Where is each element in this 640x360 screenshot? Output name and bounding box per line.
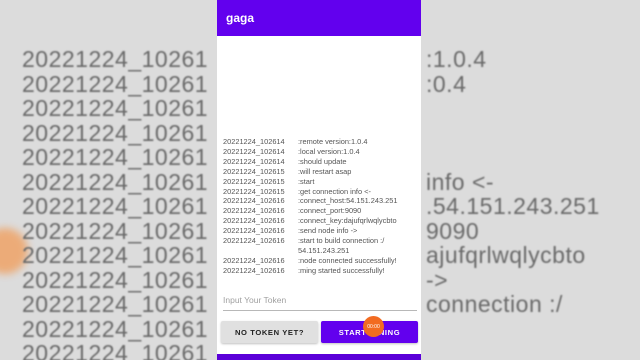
backdrop-text-right: :0.4 [426,70,467,97]
log-timestamp: 20221224_102614 [223,137,285,146]
backdrop-text-right: :1.0.4 [426,46,487,72]
log-message: :remote version:1.0.4 [298,137,368,146]
log-timestamp: 20221224_102616 [223,236,285,246]
token-input[interactable] [223,292,417,311]
log-line: 20221224_102614 :should update [223,157,419,167]
backdrop-text-left: 20221224_10261 [22,315,209,342]
log-message: :ming started successfully! [298,265,385,275]
app-title: gaga [226,11,255,25]
log-line: 20221224_102616 :connect_host:54.151.243.… [223,196,419,206]
backdrop-text-left: 20221224_10261 [22,266,209,293]
log-output: 20221224_102614:remote version:1.0.4 2022… [223,137,419,276]
phone-screen: gaga 20221224_102614 :remote version:1.0.… [217,0,421,360]
touch-indicator: 00:00 [363,316,384,337]
bottom-bar [217,354,421,360]
backdrop-text-right: .54.151.243.251 [426,193,600,219]
backdrop-text-left: 20221224_10261 [22,144,209,170]
log-timestamp: 20221224_102616 [223,226,285,236]
log-timestamp: 20221224_102615 [223,176,285,186]
backdrop-text-left: 20221224_10261 [22,70,209,97]
app-bar: gaga [217,0,421,36]
log-timestamp: 20221224_102616 [223,255,285,265]
backdrop-text-left: 20221224_10261 [22,168,209,195]
log-message: :connect_port:9090 [298,206,362,216]
log-message: :start to build connection :/ 54.151.243… [298,236,385,255]
backdrop-text-left: 20221224_10261 [22,291,209,317]
backdrop-text-left: 20221224_10261 [22,242,209,268]
log-line: 20221224_102615 :will restart asap [223,167,419,177]
log-message: :get connection info <- [298,186,371,196]
log-message: :node connected successfully! [298,255,397,265]
log-line: 20221224_102616 :start to build connectio… [223,236,419,256]
log-timestamp: 20221224_102615 [223,186,285,196]
log-timestamp: 20221224_102616 [223,196,285,206]
backdrop-text-left: 20221224_10261 [22,340,209,360]
log-line: 20221224_102616 :ming started successfull… [223,266,419,276]
backdrop-text-left: 20221224_10261 [22,95,209,121]
log-message: :start [298,176,315,186]
backdrop-text-right: connection :/ [426,291,563,317]
backdrop-text-left: 20221224_10261 [22,119,209,146]
log-message: :local version:1.0.4 [298,146,360,156]
log-line: 20221224_102614 :remote version:1.0.4 [223,137,419,147]
log-message: :connect_host:54.151.243.251 [298,196,398,206]
log-line: 20221224_102616 :node connected successfu… [223,256,419,266]
log-line: 20221224_102616 :connect_port:9090 [223,206,419,216]
log-line: 20221224_102615 :start [223,177,419,187]
log-line: 20221224_102615 :get connection info <- [223,187,419,197]
backdrop-text-right: -> [426,266,449,293]
log-timestamp: 20221224_102614 [223,156,285,166]
backdrop-text-right: info <- [426,168,495,195]
log-line: 20221224_102616 :connect_key:dajufqrlwqly… [223,216,419,226]
log-message: :will restart asap [298,166,352,176]
log-timestamp: 20221224_102616 [223,265,285,275]
log-message: :should update [298,156,347,166]
log-timestamp: 20221224_102616 [223,206,285,216]
backdrop-text-left: 20221224_10261 [22,46,209,72]
log-message: :send node info -> [298,226,358,236]
log-timestamp: 20221224_102616 [223,216,285,226]
backdrop-text-left: 20221224_10261 [22,217,209,244]
backdrop-text-right: 9090 [426,217,480,244]
log-timestamp: 20221224_102615 [223,166,285,176]
log-message: :connect_key:dajufqrlwqlycbto [298,216,397,226]
log-timestamp: 20221224_102614 [223,146,285,156]
backdrop-text-left: 20221224_10261 [22,193,209,219]
log-line: 20221224_102616 :send node info -> [223,226,419,236]
no-token-button[interactable]: NO TOKEN YET? [221,321,318,343]
backdrop-text-right: ajufqrlwqlycbto [426,242,586,268]
log-line: 20221224_102614 :local version:1.0.4 [223,147,419,157]
